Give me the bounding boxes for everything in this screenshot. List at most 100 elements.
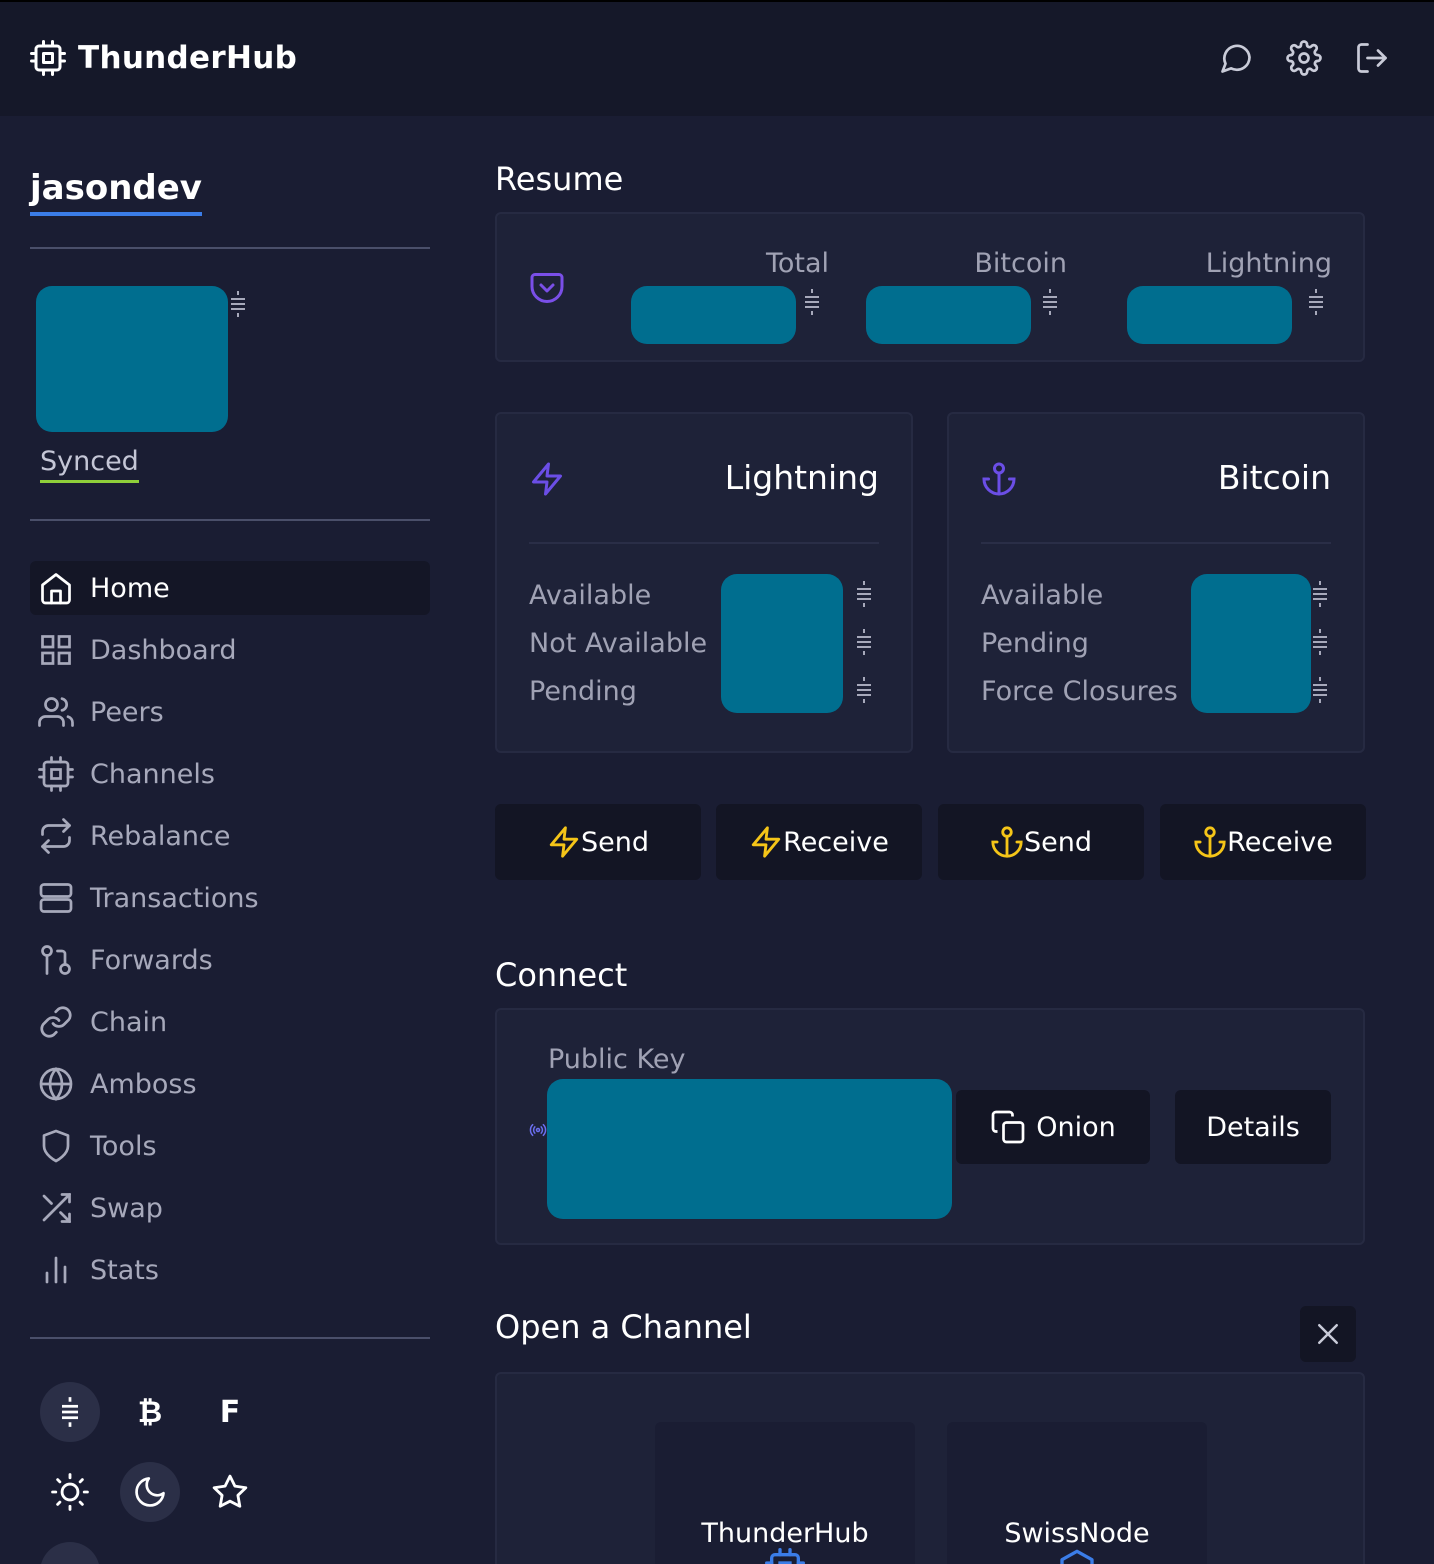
app-name: ThunderHub	[78, 40, 298, 76]
sats-icon	[854, 580, 874, 608]
details-button[interactable]: Details	[1175, 1090, 1331, 1164]
nav-item-rebalance[interactable]: Rebalance	[30, 809, 430, 863]
sync-status: Synced	[40, 444, 139, 483]
stats-icon	[38, 1252, 90, 1288]
lightning-pending-label: Pending	[529, 676, 637, 707]
nav-item-swap[interactable]: Swap	[30, 1181, 430, 1235]
lightning-icon	[529, 460, 565, 498]
public-key-label: Public Key	[548, 1044, 686, 1075]
shuffle-icon	[38, 1190, 90, 1226]
button-label: Receive	[783, 826, 889, 858]
nav-item-dashboard[interactable]: Dashboard	[30, 623, 430, 677]
connect-title: Connect	[495, 956, 628, 994]
collapse-sidebar-button[interactable]	[40, 1542, 100, 1564]
lightning-send-button[interactable]: Send	[495, 804, 701, 880]
currency-fiat-button[interactable]: F	[200, 1382, 260, 1442]
open-channel-title: Open a Channel	[495, 1308, 752, 1346]
nav-item-home[interactable]: Home	[30, 561, 430, 615]
button-label: Receive	[1227, 826, 1333, 858]
theme-night-button[interactable]	[200, 1462, 260, 1522]
provider-name: SwissNode	[1004, 1518, 1150, 1549]
rebalance-icon	[38, 818, 90, 854]
nav-label: Channels	[90, 758, 215, 790]
redacted-bitcoin-balances	[1191, 574, 1311, 713]
lightning-available-label: Available	[529, 580, 652, 611]
redacted-lightning-balances	[721, 574, 843, 713]
sats-icon	[802, 288, 822, 316]
pocket-icon	[529, 270, 565, 306]
sats-icon	[228, 290, 248, 318]
shield-icon	[38, 1128, 90, 1164]
sun-icon	[51, 1473, 89, 1511]
resume-total-label: Total	[765, 248, 829, 279]
dashboard-icon	[38, 632, 90, 668]
globe-icon	[38, 1066, 90, 1102]
nav-label: Home	[90, 572, 170, 604]
nav-label: Stats	[90, 1254, 159, 1286]
sats-icon	[1040, 288, 1060, 316]
logout-icon[interactable]	[1354, 40, 1390, 76]
bitcoin-card-title: Bitcoin	[1217, 458, 1331, 497]
anchor-icon	[1193, 825, 1227, 859]
sats-icon	[1310, 628, 1330, 656]
chat-icon[interactable]	[1218, 40, 1254, 76]
copy-onion-button[interactable]: Onion	[956, 1090, 1150, 1164]
theme-light-button[interactable]	[40, 1462, 100, 1522]
lightning-card: Lightning Available Not Available Pendin…	[495, 412, 913, 753]
lightning-icon	[749, 825, 783, 859]
channels-icon	[38, 756, 90, 792]
chain-icon	[38, 1004, 90, 1040]
app-brand[interactable]: ThunderHub	[30, 40, 297, 76]
currency-sats-button[interactable]	[40, 1382, 100, 1442]
redacted-node-info	[36, 286, 228, 432]
nav-item-stats[interactable]: Stats	[30, 1243, 430, 1297]
cpu-icon	[30, 40, 66, 76]
nav-item-tools[interactable]: Tools	[30, 1119, 430, 1173]
resume-title: Resume	[495, 160, 624, 198]
nav-item-peers[interactable]: Peers	[30, 685, 430, 739]
sats-icon	[58, 1396, 82, 1428]
lightning-icon	[547, 825, 581, 859]
nav-label: Peers	[90, 696, 164, 728]
copy-icon	[990, 1109, 1026, 1145]
nav-label: Dashboard	[90, 634, 237, 666]
settings-icon[interactable]	[1286, 40, 1322, 76]
currency-btc-button[interactable]: ₿	[120, 1382, 180, 1442]
nav-item-forwards[interactable]: Forwards	[30, 933, 430, 987]
button-label: Onion	[1036, 1111, 1116, 1143]
button-label: Send	[580, 826, 649, 858]
bitcoin-pending-label: Pending	[981, 628, 1089, 659]
close-button[interactable]	[1300, 1306, 1356, 1362]
provider-swissnode[interactable]: SwissNode	[947, 1422, 1207, 1564]
radio-icon	[529, 1122, 547, 1138]
redacted-lightning-value	[1127, 286, 1292, 344]
nav-label: Rebalance	[90, 820, 231, 852]
redacted-total-value	[631, 286, 796, 344]
lightning-receive-button[interactable]: Receive	[716, 804, 922, 880]
card-divider	[981, 542, 1331, 544]
nav-label: Forwards	[90, 944, 213, 976]
bitcoin-receive-button[interactable]: Receive	[1160, 804, 1366, 880]
sats-icon	[1310, 580, 1330, 608]
nav-item-chain[interactable]: Chain	[30, 995, 430, 1049]
anchor-icon	[981, 460, 1017, 498]
moon-icon	[132, 1474, 168, 1510]
bitcoin-send-button[interactable]: Send	[938, 804, 1144, 880]
transactions-icon	[38, 880, 90, 916]
provider-thunderhub[interactable]: ThunderHub	[655, 1422, 915, 1564]
anchor-icon	[990, 825, 1024, 859]
fiat-icon: F	[219, 1394, 241, 1430]
theme-dark-button[interactable]	[120, 1462, 180, 1522]
nav-label: Tools	[90, 1130, 157, 1162]
nav-item-amboss[interactable]: Amboss	[30, 1057, 430, 1111]
provider-name: ThunderHub	[701, 1518, 869, 1549]
nav-label: Swap	[90, 1192, 163, 1224]
sats-icon	[1306, 288, 1326, 316]
sats-icon	[854, 628, 874, 656]
redacted-public-key	[547, 1079, 952, 1219]
nav-item-channels[interactable]: Channels	[30, 747, 430, 801]
star-icon	[211, 1473, 249, 1511]
open-channel-card: ThunderHub SwissNode	[495, 1372, 1365, 1564]
nav-item-transactions[interactable]: Transactions	[30, 871, 430, 925]
bitcoin-force-closures-label: Force Closures	[981, 676, 1178, 707]
